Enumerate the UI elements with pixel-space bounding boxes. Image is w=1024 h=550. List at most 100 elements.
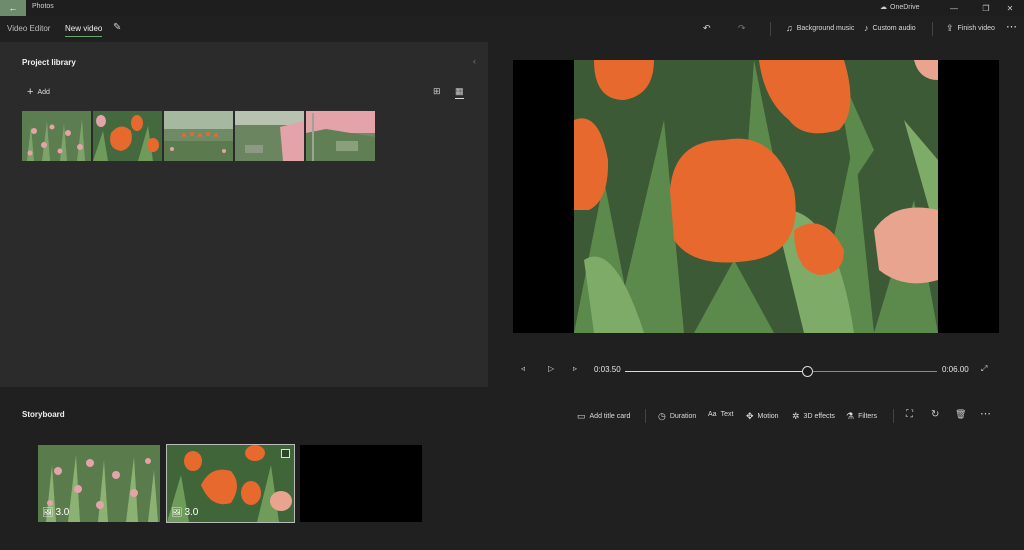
3d-effects-icon: ✲ xyxy=(792,411,800,421)
undo-button[interactable]: ↶ xyxy=(703,23,711,34)
storyboard-clip[interactable]: 🖼 3.0 xyxy=(38,445,160,522)
motion-button[interactable]: ✥ Motion xyxy=(746,411,779,422)
divider xyxy=(932,22,933,36)
cloud-icon: ☁ xyxy=(880,4,887,11)
add-title-card-button[interactable]: ▭ Add title card xyxy=(577,411,630,422)
current-time: 0:03.50 xyxy=(594,365,621,374)
clip-duration: 🖼 3.0 xyxy=(171,507,198,518)
back-arrow-icon: ← xyxy=(8,3,18,13)
video-preview-area: ◃ ▷ ▹ 0:03.50 0:06.00 ⤢ xyxy=(488,42,1024,387)
large-grid-view-icon[interactable]: ⊞ xyxy=(433,86,441,97)
finish-video-label: Finish video xyxy=(957,25,995,32)
rotate-icon[interactable]: ↻ xyxy=(931,409,939,420)
next-frame-button[interactable]: ▹ xyxy=(573,364,577,373)
fullscreen-button[interactable]: ⤢ xyxy=(981,364,987,374)
text-button[interactable]: Aa Text xyxy=(708,411,733,418)
app-title: Photos xyxy=(32,3,54,10)
image-icon: 🖼 xyxy=(42,507,54,517)
onedrive-status[interactable]: ☁ OneDrive xyxy=(880,3,920,12)
maximize-icon: ❐ xyxy=(982,3,990,13)
delete-icon[interactable]: 🗑 xyxy=(955,409,966,420)
motion-icon: ✥ xyxy=(746,411,754,421)
minimize-icon: — xyxy=(950,3,958,13)
background-music-button[interactable]: ♫ Background music xyxy=(786,23,854,33)
title-card-icon: ▭ xyxy=(577,411,586,421)
duration-label: Duration xyxy=(669,413,697,420)
plus-icon: + xyxy=(27,86,34,98)
add-media-button[interactable]: + Add xyxy=(27,86,50,98)
fullscreen-icon: ⤢ xyxy=(981,364,988,373)
audio-icon: ♪ xyxy=(864,23,869,33)
seek-bar[interactable] xyxy=(625,366,937,377)
storyboard-title: Storyboard xyxy=(22,410,65,419)
more-icon[interactable]: ⋯ xyxy=(980,407,991,420)
3d-effects-button[interactable]: ✲ 3D effects xyxy=(792,411,835,422)
add-title-card-label: Add title card xyxy=(589,413,631,420)
skip-forward-icon: ▹ xyxy=(573,364,578,373)
undo-icon: ↶ xyxy=(703,23,711,33)
previous-frame-button[interactable]: ◃ xyxy=(521,364,525,373)
filters-button[interactable]: ⚗ Filters xyxy=(846,411,877,422)
filters-icon: ⚗ xyxy=(846,411,855,421)
custom-audio-label: Custom audio xyxy=(872,24,916,32)
command-bar: Video Editor New video ✎ ↶ ↷ ♫ Backgroun… xyxy=(0,16,1024,42)
project-library-title: Project library xyxy=(22,58,76,67)
storyboard-panel: Storyboard ▭ Add title card ◷ Duration A… xyxy=(0,400,1024,550)
play-button[interactable]: ▷ xyxy=(548,364,554,373)
clip-select-checkbox[interactable] xyxy=(281,449,290,458)
text-label: Text xyxy=(720,411,734,418)
divider xyxy=(645,409,646,423)
redo-icon: ↷ xyxy=(738,23,746,33)
background-music-label: Background music xyxy=(796,24,855,32)
motion-label: Motion xyxy=(757,413,779,420)
music-note-icon: ♫ xyxy=(786,23,793,33)
video-frame-tulips xyxy=(574,60,938,333)
image-icon: 🖼 xyxy=(171,507,183,517)
more-options-button[interactable]: ⋯ xyxy=(1006,20,1017,33)
export-icon: ⇪ xyxy=(946,23,954,33)
onedrive-label: OneDrive xyxy=(890,3,920,11)
minimize-button[interactable]: — xyxy=(940,0,968,16)
divider xyxy=(770,22,771,36)
storyboard-empty-slot[interactable] xyxy=(300,445,422,522)
add-label: Add xyxy=(37,88,50,96)
collapse-chevron-icon[interactable]: ‹ xyxy=(473,56,476,66)
clip-duration: 🖼 3.0 xyxy=(42,507,69,518)
library-thumbnail[interactable] xyxy=(164,111,233,161)
small-grid-view-icon[interactable]: ▦ xyxy=(455,86,464,99)
back-button[interactable]: ← xyxy=(0,0,26,16)
library-thumbnail[interactable] xyxy=(306,111,375,161)
video-player[interactable] xyxy=(513,60,999,333)
clock-icon: ◷ xyxy=(658,411,666,421)
clip-duration-value: 3.0 xyxy=(184,507,199,518)
custom-audio-button[interactable]: ♪ Custom audio xyxy=(864,23,916,33)
skip-back-icon: ◃ xyxy=(521,364,526,373)
total-time: 0:06.00 xyxy=(942,365,969,374)
seek-bar-progress xyxy=(625,371,807,372)
redo-button[interactable]: ↷ xyxy=(738,23,746,34)
storyboard-clip-selected[interactable]: 🖼 3.0 xyxy=(166,444,295,523)
divider xyxy=(893,409,894,423)
rename-pencil-icon[interactable]: ✎ xyxy=(113,22,121,33)
seek-bar-thumb[interactable] xyxy=(801,366,813,377)
finish-video-button[interactable]: ⇪ Finish video xyxy=(946,23,995,34)
3d-effects-label: 3D effects xyxy=(803,413,835,420)
library-thumbnail[interactable] xyxy=(235,111,304,161)
title-bar: ← Photos ☁ OneDrive — ❐ ✕ xyxy=(0,0,1024,16)
text-icon: Aa xyxy=(708,411,717,418)
project-name[interactable]: New video xyxy=(65,24,103,37)
close-button[interactable]: ✕ xyxy=(996,0,1024,16)
crop-icon[interactable]: ⛶ xyxy=(906,409,913,420)
library-thumbnails xyxy=(22,111,375,161)
duration-button[interactable]: ◷ Duration xyxy=(658,411,696,422)
play-icon: ▷ xyxy=(548,364,555,373)
filters-label: Filters xyxy=(858,413,878,420)
library-thumbnail[interactable] xyxy=(93,111,162,161)
library-thumbnail[interactable] xyxy=(22,111,91,161)
clip-duration-value: 3.0 xyxy=(55,507,70,518)
more-icon: ⋯ xyxy=(1006,21,1017,33)
breadcrumb-video-editor[interactable]: Video Editor xyxy=(7,24,50,33)
playback-controls: ◃ ▷ ▹ 0:03.50 0:06.00 ⤢ xyxy=(488,360,1024,380)
project-library-panel: Project library ‹ + Add ⊞ ▦ xyxy=(0,42,488,387)
close-icon: ✕ xyxy=(1006,3,1014,13)
